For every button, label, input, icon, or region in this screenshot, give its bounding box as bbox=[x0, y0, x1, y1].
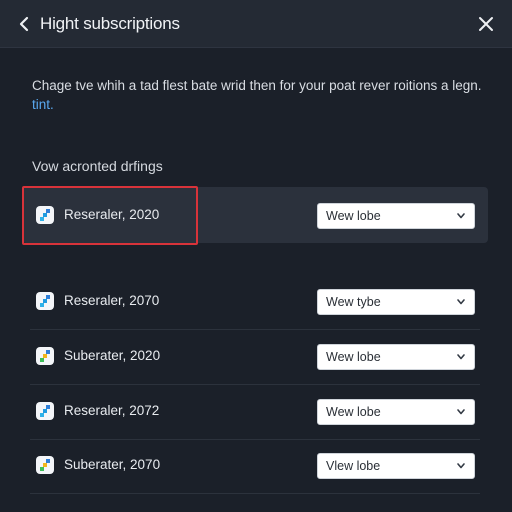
page-title: Hight subscriptions bbox=[40, 14, 180, 33]
app-icon bbox=[36, 456, 54, 474]
header-bar: Hight subscriptions bbox=[0, 0, 512, 48]
row-label: Suberater, 2070 bbox=[64, 457, 161, 472]
description-text: Chage tve whih a tad flest bate wrid the… bbox=[32, 76, 482, 114]
view-select[interactable]: Wew lobe bbox=[317, 203, 475, 229]
subscription-row[interactable]: Reseraler, 2070 Wew tybe bbox=[22, 273, 488, 330]
chevron-down-icon bbox=[457, 213, 465, 219]
chevron-down-icon bbox=[457, 463, 465, 469]
subscription-row[interactable]: Suberater, 2020 Wew lobe bbox=[22, 328, 488, 385]
close-icon bbox=[479, 17, 493, 31]
app-icon bbox=[36, 402, 54, 420]
section-label: Vow acronted drfings bbox=[32, 158, 163, 174]
description-body: Chage tve whih a tad flest bate wrid the… bbox=[32, 78, 482, 93]
view-select[interactable]: Wew lobe bbox=[317, 399, 475, 425]
subscription-row[interactable]: Suberater, 2070 Vlew lobe bbox=[22, 437, 488, 494]
subscription-row[interactable]: Reseraler, 2072 Wew lobe bbox=[22, 383, 488, 440]
row-divider bbox=[30, 493, 480, 494]
row-label: Reseraler, 2070 bbox=[64, 293, 160, 308]
select-value: Vlew lobe bbox=[326, 459, 381, 473]
row-label: Reseraler, 2072 bbox=[64, 403, 160, 418]
app-icon bbox=[36, 347, 54, 365]
back-button[interactable] bbox=[12, 12, 36, 36]
row-label: Reseraler, 2020 bbox=[64, 207, 160, 222]
row-label: Suberater, 2020 bbox=[64, 348, 161, 363]
chevron-down-icon bbox=[457, 354, 465, 360]
select-value: Wew lobe bbox=[326, 405, 381, 419]
description-link[interactable]: tint. bbox=[32, 97, 54, 112]
close-button[interactable] bbox=[474, 12, 498, 36]
chevron-down-icon bbox=[457, 299, 465, 305]
select-value: Wew lobe bbox=[326, 209, 381, 223]
select-value: Wew tybe bbox=[326, 295, 381, 309]
subscription-row[interactable]: Reseraler, 2020 Wew lobe bbox=[22, 187, 488, 243]
chevron-down-icon bbox=[457, 409, 465, 415]
view-select[interactable]: Wew tybe bbox=[317, 289, 475, 315]
app-icon bbox=[36, 292, 54, 310]
select-value: Wew lobe bbox=[326, 350, 381, 364]
view-select[interactable]: Wew lobe bbox=[317, 344, 475, 370]
app-icon bbox=[36, 206, 54, 224]
chevron-left-icon bbox=[19, 16, 29, 32]
view-select[interactable]: Vlew lobe bbox=[317, 453, 475, 479]
